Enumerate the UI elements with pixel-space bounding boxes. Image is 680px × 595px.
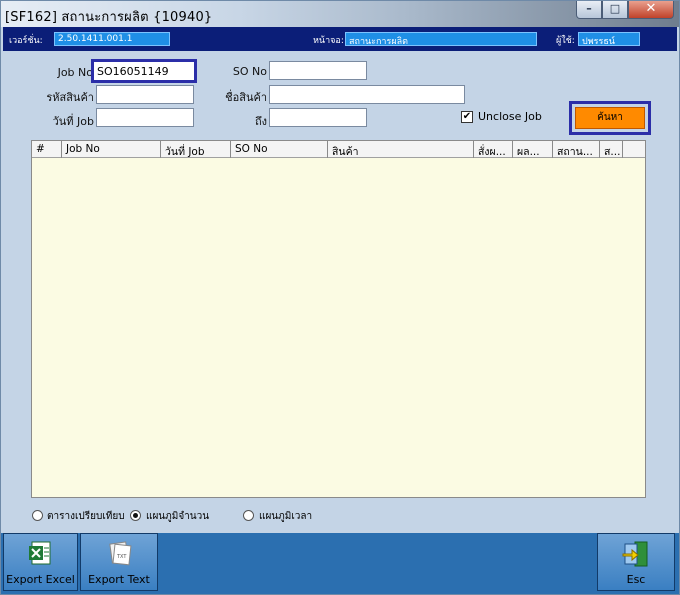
job-date-to-input[interactable] bbox=[269, 108, 367, 127]
close-icon: ✕ bbox=[645, 1, 657, 16]
column-header-job-no[interactable]: Job No bbox=[62, 141, 161, 158]
export-excel-label: Export Excel bbox=[6, 573, 75, 586]
grid-header: # Job No วันที่ Job SO No สินค้า สั่งผ..… bbox=[32, 141, 645, 158]
radio-quantity-chart[interactable] bbox=[130, 510, 141, 521]
column-header-extra[interactable]: ส... bbox=[600, 141, 623, 158]
to-label: ถึง bbox=[254, 115, 267, 128]
export-text-label: Export Text bbox=[88, 573, 150, 586]
info-bar: เวอร์ชั่น: 2.50.1411.001.1 หน้าจอ: สถานะ… bbox=[3, 27, 677, 51]
unclose-job-label: Unclose Job bbox=[478, 110, 542, 123]
product-name-label: ชื่อสินค้า bbox=[225, 91, 267, 104]
radio-comparison-table-label: ตารางเปรียบเทียบ bbox=[47, 511, 125, 522]
esc-button[interactable]: Esc bbox=[597, 533, 675, 591]
screen-label: หน้าจอ: bbox=[313, 36, 344, 46]
column-header-product[interactable]: สินค้า bbox=[328, 141, 474, 158]
user-value: ปพรรธน์ bbox=[578, 32, 640, 47]
search-button[interactable]: ค้นหา bbox=[575, 107, 645, 129]
screen-value: สถานะการผลิต bbox=[345, 32, 537, 47]
exit-door-icon bbox=[622, 541, 648, 567]
window-title: [SF162] สถานะการผลิต {10940} bbox=[5, 10, 213, 25]
minimize-button[interactable]: – bbox=[576, 1, 602, 19]
job-date-label: วันที่ Job bbox=[52, 115, 94, 128]
radio-time-chart-label: แผนภูมิเวลา bbox=[259, 511, 313, 522]
radio-comparison-table[interactable] bbox=[32, 510, 43, 521]
app-window: [SF162] สถานะการผลิต {10940} – □ ✕ เวอร์… bbox=[0, 0, 680, 595]
column-header-produced[interactable]: ผล... bbox=[513, 141, 553, 158]
product-name-input[interactable] bbox=[269, 85, 465, 104]
column-header-job-date[interactable]: วันที่ Job bbox=[161, 141, 231, 158]
product-code-label: รหัสสินค้า bbox=[46, 91, 94, 104]
version-value: 2.50.1411.001.1 bbox=[54, 32, 170, 46]
column-header-ordered[interactable]: สั่งผ... bbox=[474, 141, 513, 158]
radio-time-chart[interactable] bbox=[243, 510, 254, 521]
export-text-button[interactable]: TXT Export Text bbox=[80, 533, 158, 591]
user-label: ผู้ใช้: bbox=[556, 36, 575, 46]
column-header-so-no[interactable]: SO No bbox=[231, 141, 328, 158]
radio-quantity-chart-label: แผนภูมิจำนวน bbox=[146, 511, 210, 522]
export-excel-button[interactable]: Export Excel bbox=[3, 533, 78, 591]
job-no-label: Job No bbox=[57, 66, 93, 79]
title-bar: [SF162] สถานะการผลิต {10940} – □ ✕ bbox=[1, 1, 679, 27]
results-grid[interactable]: # Job No วันที่ Job SO No สินค้า สั่งผ..… bbox=[31, 140, 646, 498]
version-label: เวอร์ชั่น: bbox=[9, 36, 43, 46]
bottom-toolbar: Export Excel TXT Export Text Esc bbox=[1, 533, 679, 594]
esc-label: Esc bbox=[626, 573, 646, 586]
unclose-job-checkbox[interactable]: ✔ bbox=[461, 111, 473, 123]
svg-text:TXT: TXT bbox=[116, 554, 127, 560]
maximize-button[interactable]: □ bbox=[602, 1, 628, 19]
text-file-icon: TXT bbox=[109, 541, 132, 566]
column-header-status[interactable]: สถาน... bbox=[553, 141, 600, 158]
so-no-input[interactable] bbox=[269, 61, 367, 80]
so-no-label: SO No bbox=[232, 65, 267, 78]
minimize-icon: – bbox=[586, 2, 592, 15]
search-button-focus-frame: ค้นหา bbox=[569, 101, 651, 135]
column-header-index[interactable]: # bbox=[32, 141, 62, 158]
job-no-input[interactable] bbox=[91, 59, 197, 83]
product-code-input[interactable] bbox=[96, 85, 194, 104]
job-date-from-input[interactable] bbox=[96, 108, 194, 127]
excel-icon bbox=[28, 541, 50, 565]
maximize-icon: □ bbox=[609, 2, 621, 15]
close-button[interactable]: ✕ bbox=[628, 1, 674, 19]
